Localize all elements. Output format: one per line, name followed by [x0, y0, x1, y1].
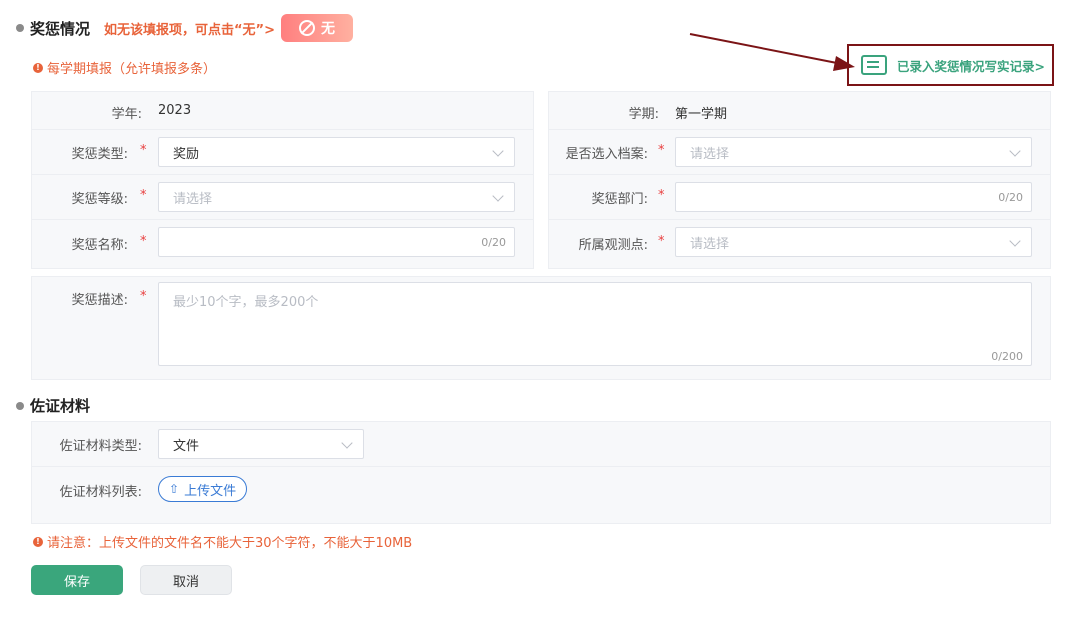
description-placeholder: 最少10个字，最多200个 — [173, 295, 319, 310]
name-row: 奖惩名称: * 0/20 — [32, 220, 533, 269]
award-type-value: 奖励 — [173, 146, 200, 162]
term-label: 学期: — [628, 107, 659, 122]
term-value: 第一学期 — [675, 107, 728, 122]
required-mark: * — [140, 289, 147, 304]
required-mark: * — [140, 188, 147, 203]
awards-left-panel: 学年: 2023 奖惩类型: * 奖励 奖惩等级: * 请选择 奖惩名称: * … — [31, 91, 534, 269]
ban-icon — [299, 20, 315, 36]
upload-notice: ! 请注意：上传文件的文件名不能大于30个字符，不能大于10MB — [33, 532, 412, 551]
observation-point-placeholder: 请选择 — [690, 236, 730, 252]
level-row: 奖惩等级: * 请选择 — [32, 175, 533, 220]
level-label: 奖惩等级: — [71, 192, 128, 207]
term-row: 学期: 第一学期 — [549, 92, 1050, 130]
upload-file-button[interactable]: ⇧ 上传文件 — [158, 476, 248, 502]
required-mark: * — [658, 143, 665, 158]
required-mark: * — [140, 234, 147, 249]
award-name-input[interactable]: 0/20 — [158, 227, 515, 257]
chevron-down-icon — [492, 145, 504, 157]
none-button[interactable]: 无 — [281, 14, 353, 42]
chevron-down-icon — [1009, 235, 1021, 247]
awards-section-header: 奖惩情况 如无该填报项，可点击“无”> 无 — [16, 14, 353, 42]
award-level-placeholder: 请选择 — [173, 191, 213, 207]
type-row: 奖惩类型: * 奖励 — [32, 130, 533, 175]
required-mark: * — [140, 143, 147, 158]
evidence-list-row: 佐证材料列表: ⇧ 上传文件 — [32, 467, 1050, 524]
point-row: 所属观测点: * 请选择 — [549, 220, 1050, 269]
archive-placeholder: 请选择 — [690, 146, 730, 162]
award-name-counter: 0/20 — [481, 235, 506, 249]
type-label: 奖惩类型: — [71, 147, 128, 162]
evidence-type-value: 文件 — [173, 438, 200, 454]
award-type-select[interactable]: 奖励 — [158, 137, 515, 167]
chevron-down-icon — [492, 190, 504, 202]
warning-icon: ! — [33, 536, 43, 547]
name-label: 奖惩名称: — [71, 238, 128, 253]
evidence-panel: 佐证材料类型: 文件 佐证材料列表: ⇧ 上传文件 — [31, 421, 1051, 524]
save-button[interactable]: 保存 — [31, 565, 123, 595]
warning-icon: ! — [33, 62, 43, 73]
record-link[interactable]: 已录入奖惩情况写实记录> — [847, 44, 1054, 86]
archive-label: 是否选入档案: — [565, 147, 648, 162]
chevron-down-icon — [1009, 145, 1021, 157]
point-label: 所属观测点: — [578, 238, 648, 253]
evidence-type-select[interactable]: 文件 — [158, 429, 364, 459]
description-counter: 0/200 — [991, 350, 1023, 363]
required-mark: * — [658, 188, 665, 203]
upload-notice-text: 请注意：上传文件的文件名不能大于30个字符，不能大于10MB — [47, 536, 413, 551]
year-label: 学年: — [111, 107, 142, 122]
upload-icon: ⇧ — [169, 482, 180, 496]
section-title: 奖惩情况 — [30, 19, 91, 38]
evidence-section-header: 佐证材料 — [16, 395, 90, 416]
upload-file-label: 上传文件 — [184, 483, 237, 499]
awards-right-panel: 学期: 第一学期 是否选入档案: * 请选择 奖惩部门: * 0/20 所属观测… — [548, 91, 1051, 269]
bullet-dot — [16, 24, 24, 32]
archive-row: 是否选入档案: * 请选择 — [549, 130, 1050, 175]
evidence-type-label: 佐证材料类型: — [59, 439, 142, 454]
none-hint: 如无该填报项，可点击“无”> — [104, 22, 275, 38]
desc-label: 奖惩描述: — [71, 293, 128, 308]
record-link-label: 已录入奖惩情况写实记录> — [897, 58, 1045, 74]
observation-point-select[interactable]: 请选择 — [675, 227, 1032, 257]
term-notice-text: 每学期填报（允许填报多条） — [47, 62, 217, 77]
cancel-button[interactable]: 取消 — [140, 565, 232, 595]
year-value: 2023 — [158, 103, 192, 118]
none-button-label: 无 — [321, 21, 335, 37]
dept-row: 奖惩部门: * 0/20 — [549, 175, 1050, 220]
required-mark: * — [658, 234, 665, 249]
archive-select[interactable]: 请选择 — [675, 137, 1032, 167]
evidence-list-label: 佐证材料列表: — [59, 485, 142, 500]
term-notice: ! 每学期填报（允许填报多条） — [33, 58, 216, 77]
award-level-select[interactable]: 请选择 — [158, 182, 515, 212]
evidence-type-row: 佐证材料类型: 文件 — [32, 422, 1050, 467]
award-dept-counter: 0/20 — [998, 190, 1023, 204]
award-dept-input[interactable]: 0/20 — [675, 182, 1032, 212]
description-panel: 奖惩描述: * 最少10个字，最多200个 0/200 — [31, 276, 1051, 380]
section-title: 佐证材料 — [30, 397, 91, 415]
dept-label: 奖惩部门: — [591, 192, 648, 207]
chevron-down-icon — [341, 437, 353, 449]
bullet-dot — [16, 401, 24, 410]
record-list-icon — [861, 55, 887, 75]
description-textarea[interactable]: 最少10个字，最多200个 0/200 — [158, 282, 1032, 366]
year-row: 学年: 2023 — [32, 92, 533, 130]
